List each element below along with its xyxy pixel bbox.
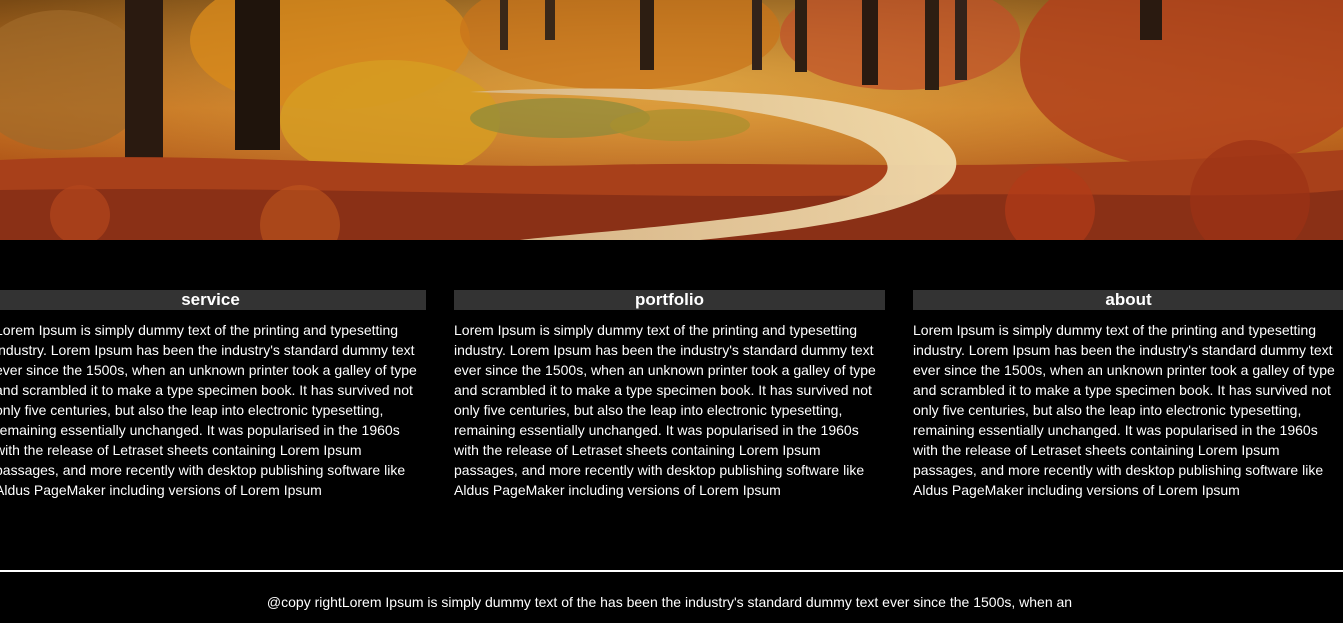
hero-banner-image xyxy=(0,0,1343,240)
footer-copyright: @copy rightLorem Ipsum is simply dummy t… xyxy=(266,594,1073,610)
section-title: service xyxy=(0,290,426,310)
autumn-forest-path-image xyxy=(0,0,1343,240)
content-columns: service Lorem Ipsum is simply dummy text… xyxy=(0,290,1343,520)
section-body: Lorem Ipsum is simply dummy text of the … xyxy=(454,322,876,498)
section-about: about Lorem Ipsum is simply dummy text o… xyxy=(913,290,1343,500)
section-body: Lorem Ipsum is simply dummy text of the … xyxy=(0,322,417,498)
section-title: portfolio xyxy=(454,290,885,310)
section-portfolio: portfolio Lorem Ipsum is simply dummy te… xyxy=(454,290,885,500)
footer-divider xyxy=(0,570,1343,572)
section-title: about xyxy=(913,290,1343,310)
section-body: Lorem Ipsum is simply dummy text of the … xyxy=(913,322,1335,498)
section-service: service Lorem Ipsum is simply dummy text… xyxy=(0,290,426,500)
